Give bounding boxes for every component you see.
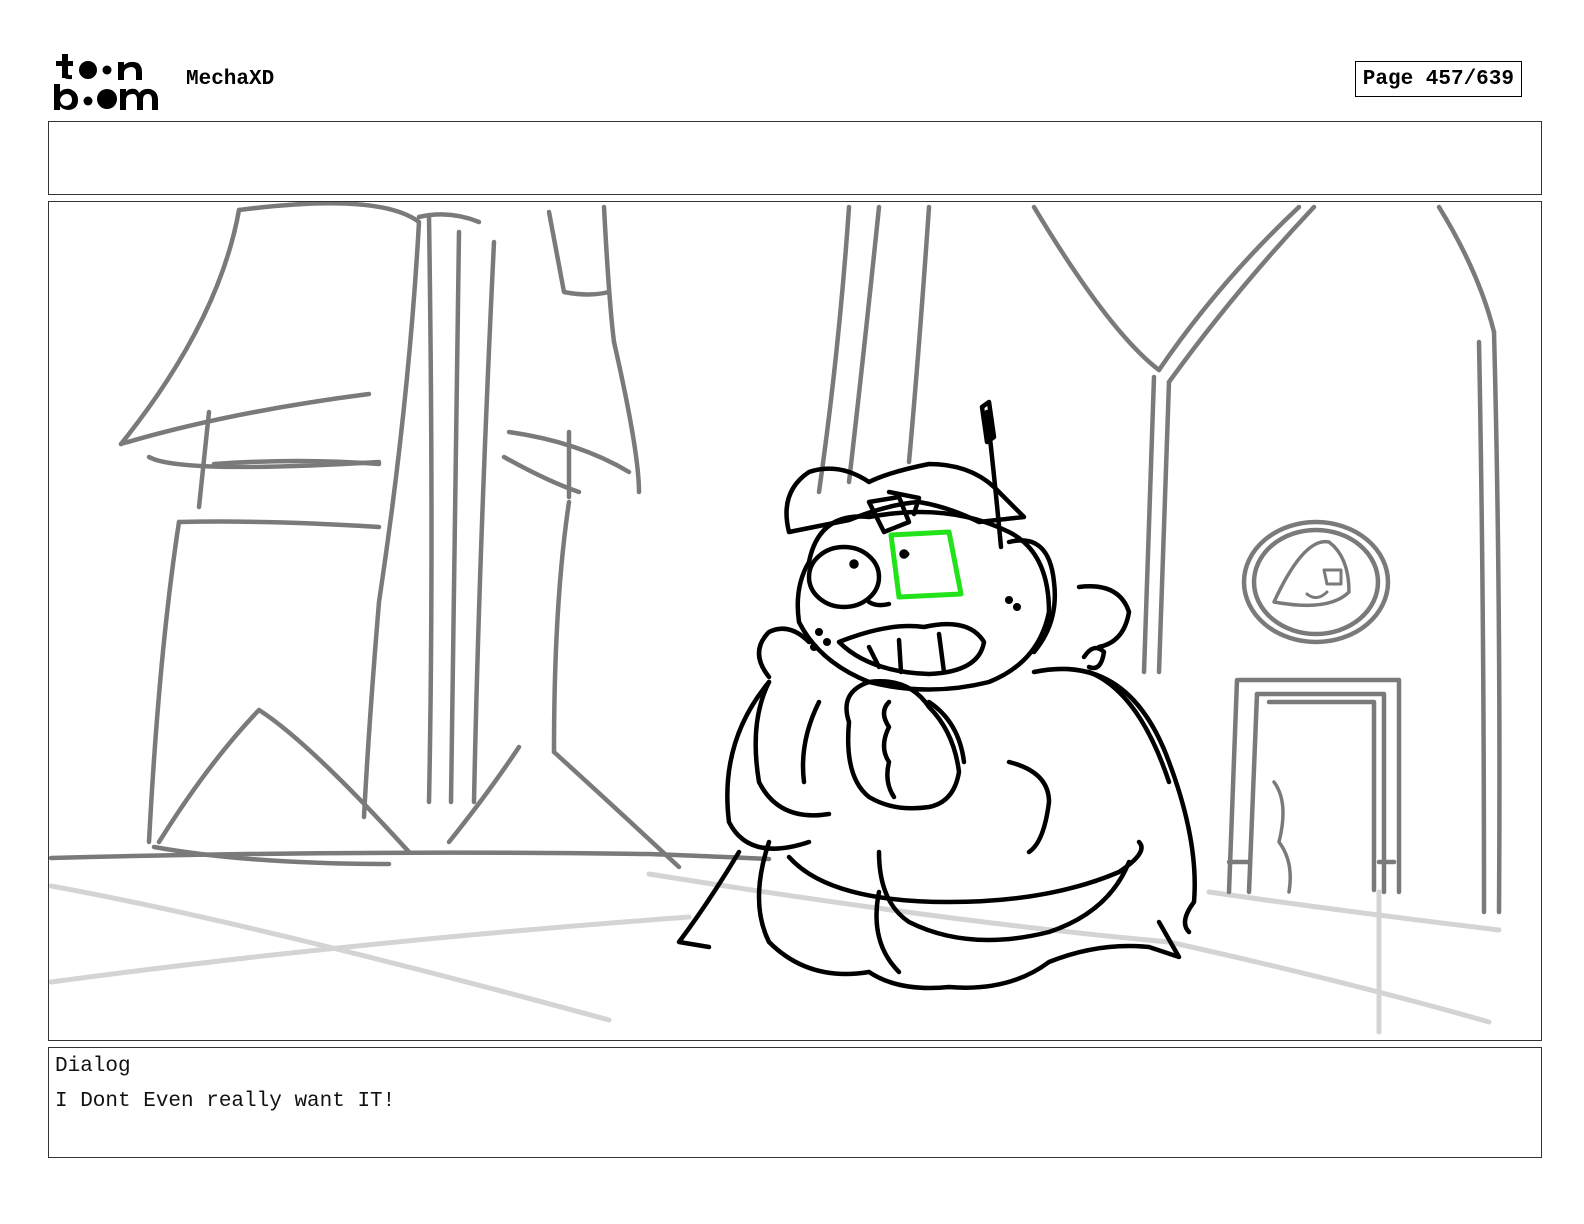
dialog-box: Dialog I Dont Even really want IT! xyxy=(48,1047,1542,1158)
highlight-marker xyxy=(888,529,964,600)
storyboard-panel xyxy=(48,201,1542,1041)
project-title: MechaXD xyxy=(186,68,275,91)
notes-box xyxy=(48,121,1542,195)
page-counter: Page 457/639 xyxy=(1354,61,1522,97)
character-sketch xyxy=(676,399,1197,991)
dialog-label: Dialog xyxy=(55,1055,131,1078)
dialog-text: I Dont Even really want IT! xyxy=(55,1090,396,1113)
toon-boom-logo xyxy=(54,54,158,110)
panel-sketch xyxy=(49,202,1502,1035)
floor-lines xyxy=(49,871,1502,1035)
